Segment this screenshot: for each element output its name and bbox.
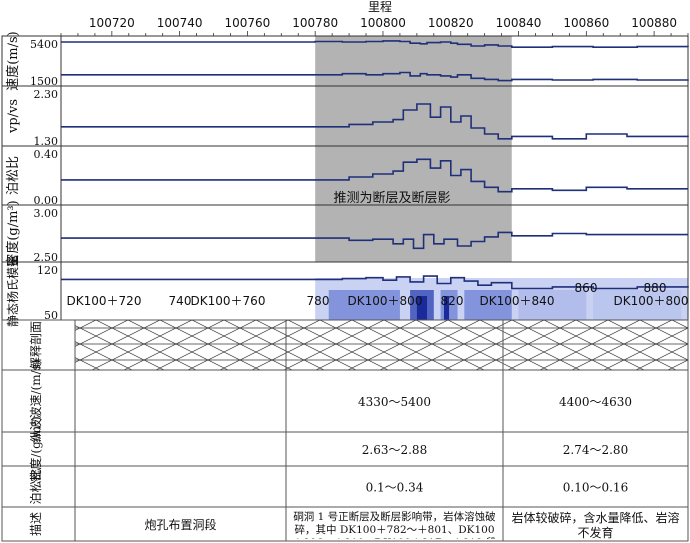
geology-hatch [75, 320, 688, 370]
interpretation-table: 解释剖面纵波波速/(m/s) 4330～5400 4400～4630密度/(g/m³… [1, 319, 689, 542]
y-tick-label: 0.40 [34, 148, 59, 161]
mileage-label: DK100＋720 [67, 294, 142, 308]
y-tick-label: 2.30 [34, 88, 59, 101]
y-tick-label: 3.00 [34, 207, 59, 220]
x-tick-label: 100800 [360, 16, 406, 30]
fault-region-label: 推测为断层及断层影 [333, 191, 450, 206]
panel-label-modulus: 静态杨氏模量 [5, 255, 20, 327]
x-tick-label: 100760 [224, 16, 270, 30]
mileage-label: 820 [441, 294, 464, 308]
description-text: 硐洞 1 号正断层及断层影响带，岩体溶蚀破碎，其中 DK100＋782～＋801… [293, 511, 497, 539]
x-tick-label: 100720 [89, 16, 135, 30]
y-tick-label: 120 [37, 264, 58, 277]
x-tick-label: 100820 [428, 16, 474, 30]
chart-figure: 里程 100720 100740 100760 100780 100800 100820 1… [1, 0, 689, 542]
table-row-label: 泊松比 [29, 468, 43, 504]
x-tick-label: 100780 [292, 16, 338, 30]
table-cell-text: 4400～4630 [559, 395, 632, 409]
x-axis-ticks: 100720 100740 100760 100780 100800 100820 1008… [60, 16, 689, 36]
panel-label-poisson: 泊松比 [6, 156, 21, 195]
x-tick-label: 100840 [496, 16, 542, 30]
table-cell-text: 4330～5400 [358, 395, 431, 409]
description-cell: 硐洞 1 号正断层及断层影响带，岩体溶蚀破碎，其中 DK100＋782～＋801… [293, 511, 497, 539]
x-tick-label: 100880 [631, 16, 677, 30]
table-cell-text: 2.63～2.88 [362, 443, 427, 457]
table-cell-text: 0.1～0.34 [366, 481, 424, 495]
mileage-label: DK100＋840 [480, 294, 555, 308]
x-tick-label: 100740 [157, 16, 203, 30]
mileage-label: 780 [307, 294, 330, 308]
description-text: 岩体较破碎，含水量降低、岩溶不发育 [511, 511, 680, 539]
table-row-label: 描述 [29, 512, 43, 536]
y-tick-label: 5400 [30, 38, 58, 51]
description-cell: 岩体较破碎，含水量降低、岩溶不发育 [511, 511, 680, 539]
mileage-label: DK100＋800 [348, 294, 423, 308]
x-axis-title: 里程 [368, 0, 392, 14]
table-cell-text: 炮孔布置洞段 [144, 517, 216, 532]
x-tick-label: 100860 [563, 16, 609, 30]
mileage-label: 740 [169, 294, 192, 308]
mileage-label: 860 [575, 281, 598, 295]
mileage-label: DK100＋760 [191, 294, 266, 308]
mileage-label: DK100＋800 [614, 294, 689, 308]
panel-label-vp_vs: vp/vs [6, 99, 21, 134]
table-cell-text: 0.10～0.16 [563, 481, 628, 495]
mileage-label: 880 [644, 281, 667, 295]
fault-shaded-region [315, 36, 512, 262]
panel-label-velocity: 速度(m/s) [5, 31, 21, 91]
table-cell-text: 2.74～2.80 [563, 443, 628, 457]
